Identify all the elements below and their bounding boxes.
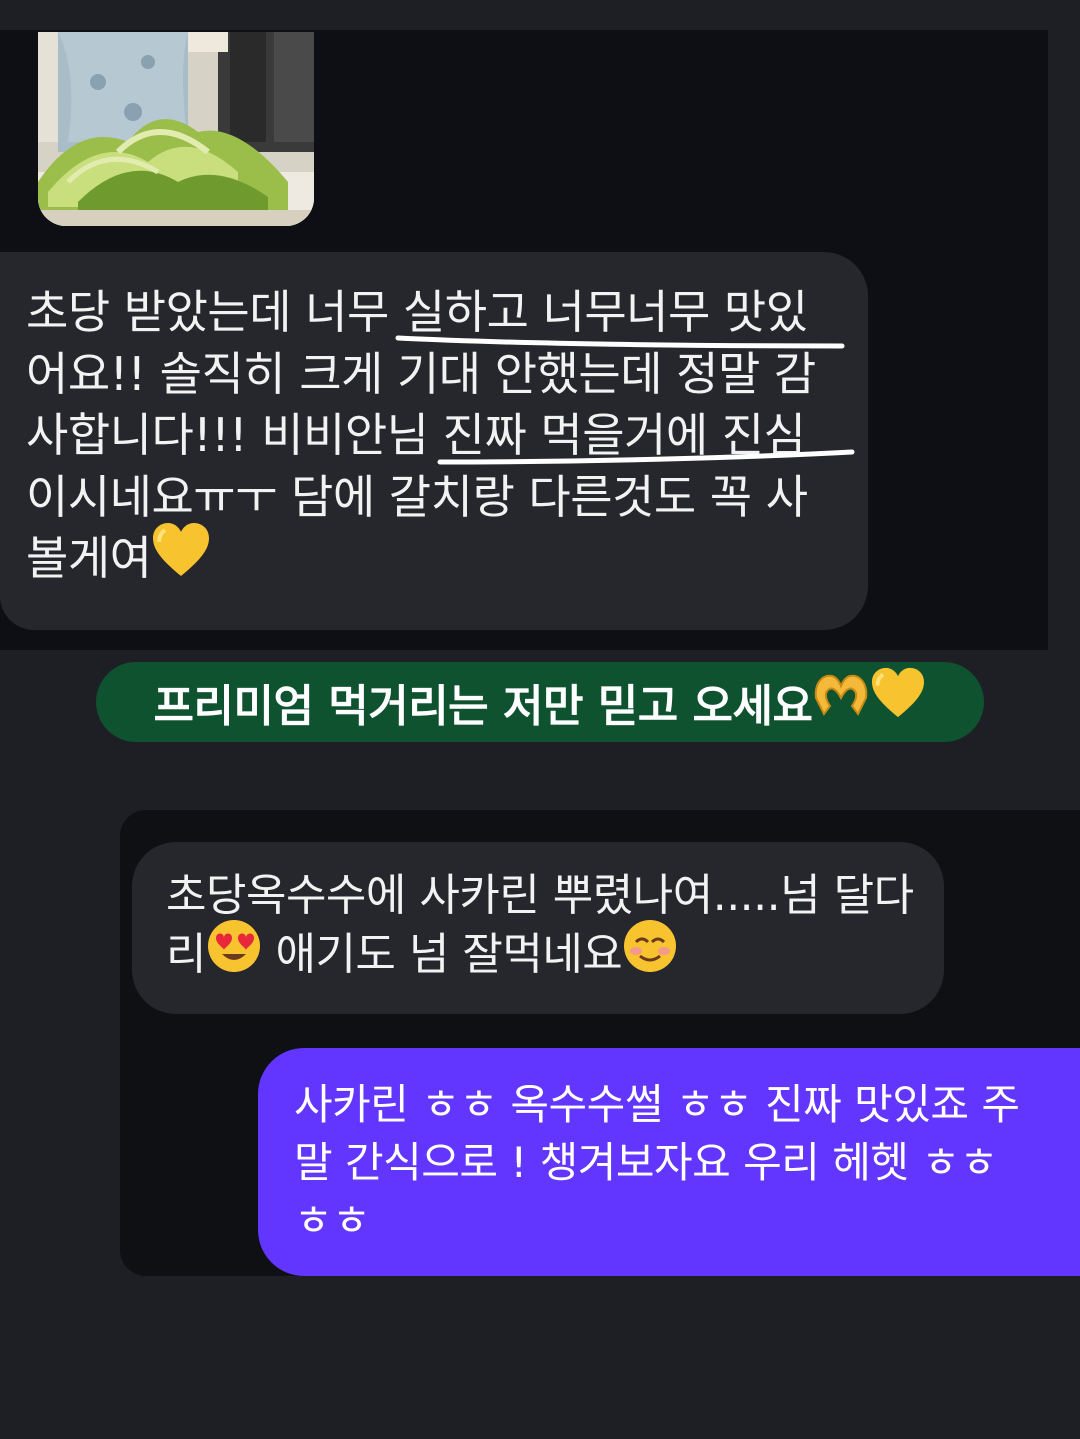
review-line-text: 볼게여 bbox=[26, 531, 152, 585]
incoming-message-bubble: 초당옥수수에 사카린 뿌렸나여.....넘 달다 리 애기도 넘 잘먹네요 bbox=[132, 842, 944, 1014]
heart-hands-icon bbox=[812, 668, 870, 729]
review-line: 이시네요ㅠㅜ 담에 갈치랑 다른것도 꼭 사 bbox=[26, 469, 808, 524]
corn-photo[interactable] bbox=[38, 32, 314, 226]
review-line: 어요!! 솔직히 크게 기대 안했는데 정말 감 bbox=[26, 346, 816, 401]
heart-eyes-icon bbox=[206, 918, 262, 989]
review-line: 초당 받았는데 너무 실하고 너무너무 맛있 bbox=[26, 285, 808, 339]
review-message-bubble: 초당 받았는데 너무 실하고 너무너무 맛있 어요!! 솔직히 크게 기대 안했… bbox=[0, 252, 868, 630]
yellow-heart-icon bbox=[151, 522, 211, 594]
yellow-heart-icon bbox=[870, 667, 926, 730]
outgoing-line: ㅎㅎ bbox=[294, 1196, 371, 1245]
banner-message: 프리미엄 먹거리는 저만 믿고 오세요 bbox=[96, 662, 984, 742]
incoming-text: 애기도 넘 잘먹네요 bbox=[261, 929, 623, 980]
smiling-face-icon bbox=[622, 918, 678, 989]
banner-text: 프리미엄 먹거리는 저만 믿고 오세요 bbox=[153, 681, 813, 732]
incoming-text: 리 bbox=[166, 929, 206, 980]
incoming-line: 초당옥수수에 사카린 뿌렸나여.....넘 달다 bbox=[166, 870, 914, 921]
review-line: 사합니다!!! 비비안님 진짜 먹을거에 진심 bbox=[26, 408, 806, 462]
outgoing-message-bubble: 사카린 ㅎㅎ 옥수수썰 ㅎㅎ 진짜 맛있죠 주 말 간식으로 ! 챙겨보자요 우… bbox=[258, 1048, 1080, 1276]
outgoing-line: 사카린 ㅎㅎ 옥수수썰 ㅎㅎ 진짜 맛있죠 주 bbox=[294, 1080, 1020, 1129]
incoming-line-2: 리 애기도 넘 잘먹네요 bbox=[166, 919, 914, 989]
outgoing-line: 말 간식으로 ! 챙겨보자요 우리 헤헷 ㅎㅎ bbox=[294, 1138, 998, 1187]
review-line-last: 볼게여 bbox=[26, 522, 844, 593]
